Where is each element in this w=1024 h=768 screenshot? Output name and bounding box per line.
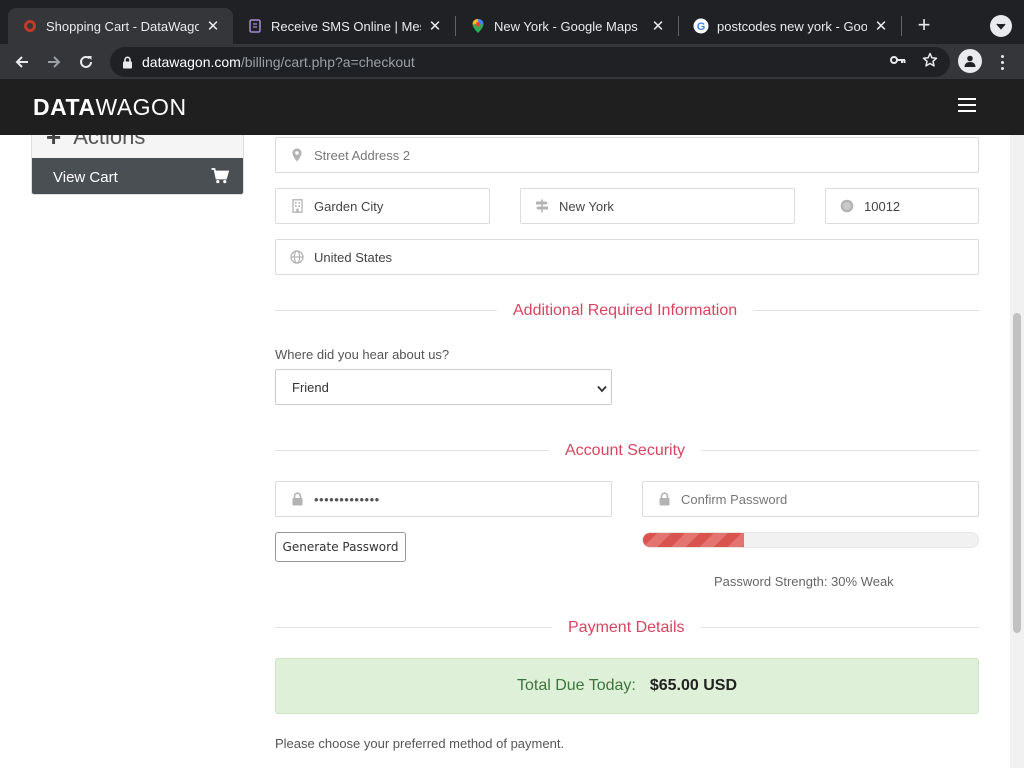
browser-tab-receive-sms[interactable]: Receive SMS Online | Messa ✕ bbox=[233, 8, 455, 44]
building-icon bbox=[290, 199, 304, 213]
bookmark-star-icon[interactable] bbox=[918, 48, 942, 72]
city-value: Garden City bbox=[314, 198, 384, 214]
country-value: United States bbox=[314, 249, 393, 265]
page-scrollbar[interactable] bbox=[1010, 135, 1024, 768]
browser-toolbar: datawagon.com/billing/cart.php?a=checkou… bbox=[0, 44, 1024, 79]
tab-separator bbox=[901, 16, 902, 36]
hamburger-menu-icon[interactable] bbox=[958, 98, 976, 112]
total-due-label: Total Due Today: bbox=[516, 677, 636, 694]
back-arrow-icon[interactable] bbox=[8, 48, 36, 76]
total-due-value: $65.00 USD bbox=[649, 677, 738, 694]
hear-about-us-label: Where did you hear about us? bbox=[275, 347, 450, 362]
datawagon-logo[interactable]: DATAWAGON bbox=[33, 94, 187, 121]
sidebar-item-label: View Cart bbox=[53, 168, 118, 186]
chevron-down-icon bbox=[597, 381, 607, 396]
url-path: /billing/cart.php?a=checkout bbox=[240, 54, 415, 70]
generate-password-button[interactable]: Generate Password bbox=[275, 532, 406, 562]
tab-search-icon[interactable] bbox=[990, 15, 1012, 37]
certificate-icon bbox=[840, 199, 854, 213]
tab-title: Receive SMS Online | Messa bbox=[271, 18, 421, 34]
profile-avatar-icon[interactable] bbox=[958, 49, 982, 73]
close-tab-icon[interactable]: ✕ bbox=[873, 17, 889, 35]
account-security-heading: Account Security bbox=[549, 442, 702, 460]
close-tab-icon[interactable]: ✕ bbox=[205, 17, 221, 35]
sidebar-heading-label: Actions bbox=[73, 135, 146, 149]
map-marker-icon bbox=[290, 148, 304, 162]
shopping-cart-icon bbox=[211, 168, 230, 188]
sidebar-item-view-cart[interactable]: View Cart bbox=[32, 158, 243, 194]
lock-icon bbox=[290, 492, 304, 506]
url-host: datawagon.com bbox=[142, 54, 241, 70]
browser-menu-icon[interactable] bbox=[992, 50, 1012, 74]
hear-about-us-value: Friend bbox=[292, 379, 329, 395]
logo-regular: WAGON bbox=[95, 94, 187, 120]
site-header: DATAWAGON bbox=[0, 79, 1024, 135]
browser-tab-shopping-cart[interactable]: Shopping Cart - DataWagon ✕ bbox=[8, 8, 233, 44]
close-tab-icon[interactable]: ✕ bbox=[427, 17, 443, 35]
street-address-2-placeholder: Street Address 2 bbox=[314, 147, 411, 163]
tab-title: New York - Google Maps bbox=[494, 18, 638, 34]
chevron-up-icon[interactable]: ▲ bbox=[217, 135, 229, 138]
password-field[interactable]: ••••••••••••• bbox=[275, 481, 612, 517]
payment-method-note: Please choose your preferred method of p… bbox=[275, 736, 565, 751]
confirm-password-field[interactable]: Confirm Password bbox=[642, 481, 979, 517]
state-value: New York bbox=[559, 198, 614, 214]
street-address-2-field[interactable]: Street Address 2 bbox=[275, 137, 979, 173]
checkout-page: + Actions ▲ View Cart Street Address 2 G… bbox=[0, 135, 1010, 768]
forward-arrow-icon[interactable] bbox=[40, 48, 68, 76]
address-bar[interactable]: datawagon.com/billing/cart.php?a=checkou… bbox=[110, 47, 950, 77]
country-field[interactable]: United States bbox=[275, 239, 979, 275]
hear-about-us-select[interactable]: Friend bbox=[275, 369, 612, 405]
svg-text:G: G bbox=[697, 21, 706, 33]
confirm-password-placeholder: Confirm Password bbox=[681, 491, 788, 507]
google-favicon-icon: G bbox=[693, 18, 709, 34]
tab-title: postcodes new york - Goog bbox=[717, 18, 867, 34]
password-strength-fill bbox=[643, 533, 744, 547]
reload-icon[interactable] bbox=[72, 48, 100, 76]
additional-info-heading: Additional Required Information bbox=[497, 302, 754, 320]
total-due-box: Total Due Today: $65.00 USD bbox=[275, 658, 979, 714]
password-strength-bar bbox=[642, 532, 979, 548]
browser-tab-google-maps[interactable]: New York - Google Maps ✕ bbox=[456, 8, 678, 44]
password-value: ••••••••••••• bbox=[314, 491, 380, 507]
new-tab-icon[interactable]: + bbox=[910, 12, 938, 40]
payment-details-heading: Payment Details bbox=[552, 619, 701, 637]
key-icon[interactable] bbox=[886, 48, 910, 72]
lock-icon[interactable] bbox=[120, 55, 134, 69]
password-strength-text: Password Strength: 30% Weak bbox=[714, 574, 894, 589]
postcode-field[interactable]: 10012 bbox=[825, 188, 979, 224]
scrollbar-thumb[interactable] bbox=[1013, 313, 1021, 633]
sms-favicon-icon bbox=[247, 18, 263, 34]
tab-title: Shopping Cart - DataWagon bbox=[46, 18, 199, 34]
state-field[interactable]: New York bbox=[520, 188, 795, 224]
globe-icon bbox=[290, 250, 304, 264]
postcode-value: 10012 bbox=[864, 198, 901, 214]
google-maps-favicon-icon bbox=[470, 18, 486, 34]
sidebar-heading[interactable]: + Actions ▲ bbox=[32, 135, 243, 158]
lock-icon bbox=[657, 492, 671, 506]
datawagon-favicon-icon bbox=[22, 18, 38, 34]
close-tab-icon[interactable]: ✕ bbox=[650, 17, 666, 35]
city-field[interactable]: Garden City bbox=[275, 188, 490, 224]
sidebar-actions-panel: + Actions ▲ View Cart bbox=[31, 135, 244, 195]
url-text: datawagon.com/billing/cart.php?a=checkou… bbox=[142, 54, 415, 70]
browser-tab-strip: Shopping Cart - DataWagon ✕ Receive SMS … bbox=[0, 0, 1024, 44]
signpost-icon bbox=[535, 199, 549, 213]
plus-icon: + bbox=[46, 135, 62, 152]
logo-bold: DATA bbox=[33, 94, 96, 120]
browser-tab-google-search[interactable]: G postcodes new york - Goog ✕ bbox=[679, 8, 901, 44]
